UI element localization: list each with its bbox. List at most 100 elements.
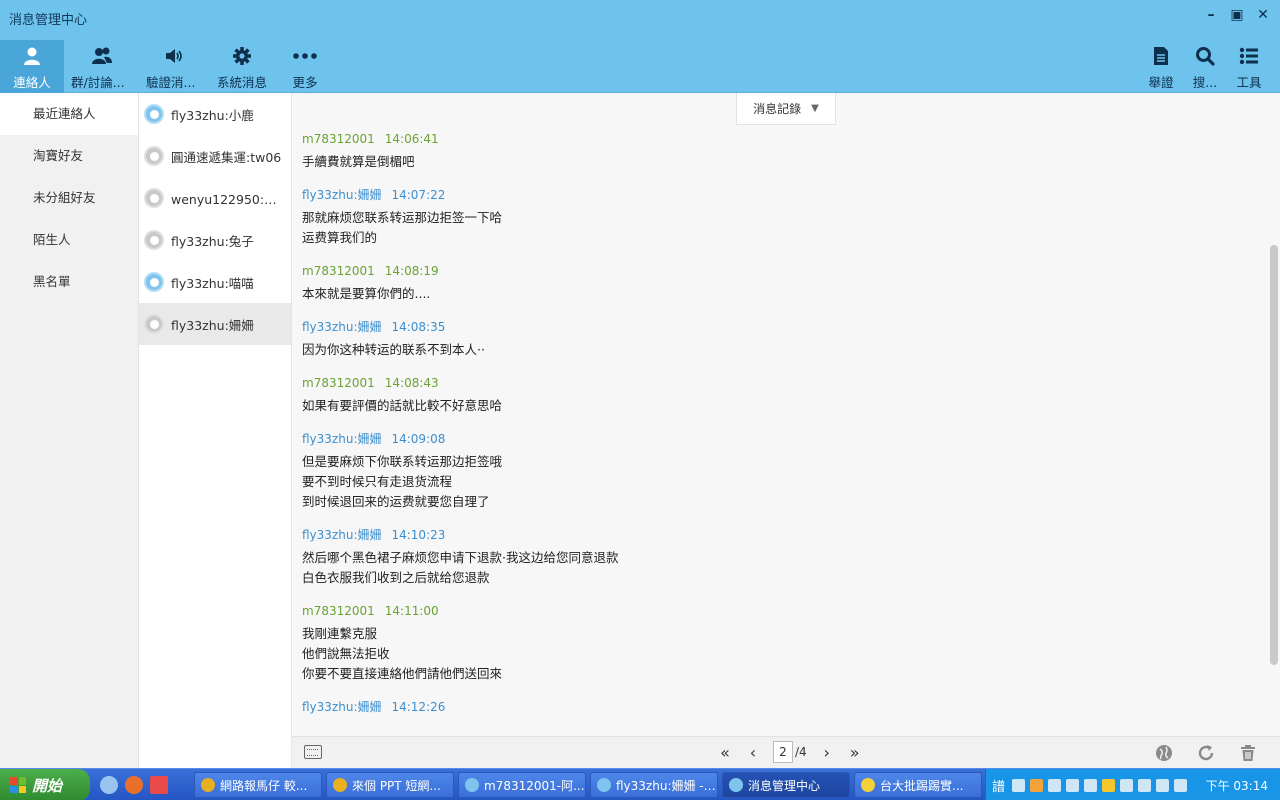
category-taobao-friends[interactable]: 淘寶好友 bbox=[0, 135, 138, 177]
ime-indicator[interactable]: 譜 bbox=[992, 776, 1005, 795]
taskbar-task[interactable]: m78312001-阿... bbox=[458, 772, 586, 798]
close-button[interactable]: ✕ bbox=[1256, 6, 1270, 24]
taskbar-task[interactable]: 來個 PPT 短網... bbox=[326, 772, 454, 798]
toolbar-right: 舉證 搜... 工具 bbox=[1144, 40, 1266, 93]
taskbar-task[interactable]: fly33zhu:姍姍 - ... bbox=[590, 772, 718, 798]
task-label: 台大批踢踢實... bbox=[880, 778, 964, 793]
contact-item[interactable]: wenyu122950:乖... bbox=[139, 177, 291, 219]
message-list: m78312001 14:06:41 手續費就算是倒楣吧 fly33zhu:姍姍 14:… bbox=[302, 131, 1262, 730]
tab-label: 更多 bbox=[292, 75, 318, 90]
tab-verification[interactable]: 驗證消... bbox=[140, 40, 208, 93]
tray-icon[interactable] bbox=[1066, 778, 1080, 792]
globe-icon[interactable] bbox=[1154, 743, 1174, 763]
message-item: m78312001 14:08:43 如果有要評價的話就比較不好意思哈 bbox=[302, 375, 1262, 416]
last-page-button[interactable]: » bbox=[847, 743, 863, 762]
avatar-icon bbox=[144, 314, 164, 334]
taskbar-task[interactable]: 網路報馬仔 較... bbox=[194, 772, 322, 798]
task-label: fly33zhu:姍姍 - ... bbox=[616, 778, 717, 793]
category-blacklist[interactable]: 黑名單 bbox=[0, 261, 138, 303]
app-icon bbox=[201, 778, 215, 792]
contact-item-selected[interactable]: fly33zhu:姍姍 bbox=[139, 303, 291, 345]
tab-label: 系統消息 bbox=[216, 75, 267, 90]
scrollbar-thumb[interactable] bbox=[1270, 245, 1278, 665]
message-sender[interactable]: m78312001 bbox=[302, 604, 375, 618]
message-meta: fly33zhu:姍姍 14:08:35 bbox=[302, 319, 1262, 335]
message-sender[interactable]: fly33zhu:姍姍 bbox=[302, 432, 381, 446]
message-line: 我剛連繫克服 bbox=[302, 626, 378, 641]
message-time: 14:07:22 bbox=[391, 188, 446, 202]
message-item: fly33zhu:姍姍 14:07:22 那就麻烦您联系转运那边拒签一下哈 运费算我们… bbox=[302, 187, 1262, 248]
category-ungrouped-friends[interactable]: 未分組好友 bbox=[0, 177, 138, 219]
task-label: m78312001-阿... bbox=[484, 778, 585, 793]
search-label: 搜... bbox=[1192, 75, 1218, 90]
category-strangers[interactable]: 陌生人 bbox=[0, 219, 138, 261]
message-time: 14:09:08 bbox=[391, 432, 446, 446]
keyboard-icon[interactable] bbox=[304, 745, 322, 759]
refresh-icon[interactable] bbox=[1196, 743, 1216, 763]
document-icon bbox=[1152, 44, 1170, 68]
paint-icon[interactable] bbox=[150, 776, 168, 794]
message-meta: m78312001 14:08:19 bbox=[302, 263, 1262, 279]
tray-icon[interactable] bbox=[1138, 778, 1152, 792]
tray-icon[interactable] bbox=[1120, 778, 1134, 792]
message-sender[interactable]: fly33zhu:姍姍 bbox=[302, 528, 381, 542]
message-time: 14:10:23 bbox=[391, 528, 446, 542]
tray-icon[interactable] bbox=[1102, 778, 1116, 792]
tray-icon[interactable] bbox=[1012, 778, 1026, 792]
clock: 下午 03:14 bbox=[1205, 778, 1268, 793]
ie-icon[interactable] bbox=[100, 776, 118, 794]
taskbar-task[interactable]: 消息管理中心 bbox=[722, 772, 850, 798]
start-button[interactable]: 開始 bbox=[0, 769, 90, 800]
page-number-input[interactable]: 2 bbox=[773, 741, 793, 763]
message-sender[interactable]: m78312001 bbox=[302, 264, 375, 278]
search-icon bbox=[1195, 44, 1215, 68]
next-page-button[interactable]: › bbox=[819, 743, 835, 762]
message-sender[interactable]: m78312001 bbox=[302, 132, 375, 146]
tab-contacts[interactable]: 連絡人 bbox=[0, 40, 64, 93]
tray-icon[interactable] bbox=[1174, 778, 1188, 792]
tray-icon[interactable] bbox=[1030, 778, 1044, 792]
message-sender[interactable]: fly33zhu:姍姍 bbox=[302, 320, 381, 334]
caret-down-icon: ▼ bbox=[811, 103, 819, 114]
contact-name: fly33zhu:兔子 bbox=[171, 233, 254, 249]
firefox-icon[interactable] bbox=[125, 776, 143, 794]
message-history-panel: 消息記錄 ▼ m78312001 14:06:41 手續費就算是倒楣吧 fly33zh… bbox=[292, 93, 1280, 736]
tab-groups[interactable]: 群/討論... bbox=[64, 40, 140, 93]
contact-item[interactable]: fly33zhu:兔子 bbox=[139, 219, 291, 261]
tools-button[interactable]: 工具 bbox=[1232, 40, 1266, 93]
contact-item[interactable]: 圓通速遞集運:tw06 bbox=[139, 135, 291, 177]
message-sender[interactable]: fly33zhu:姍姍 bbox=[302, 188, 381, 202]
message-body: 因为你这种转运的联系不到本人·· bbox=[302, 340, 1262, 360]
history-dropdown[interactable]: 消息記錄 ▼ bbox=[736, 93, 836, 125]
message-sender[interactable]: fly33zhu:姍姍 bbox=[302, 700, 381, 714]
minimize-button[interactable]: – bbox=[1204, 6, 1218, 24]
message-line: 如果有要評價的話就比較不好意思哈 bbox=[302, 398, 503, 413]
prev-page-button[interactable]: ‹ bbox=[745, 743, 761, 762]
contact-name: fly33zhu:喵喵 bbox=[171, 275, 254, 291]
evidence-button[interactable]: 舉證 bbox=[1144, 40, 1178, 93]
category-recent-contacts[interactable]: 最近連絡人 bbox=[0, 93, 138, 135]
tab-more[interactable]: 更多 bbox=[276, 40, 334, 93]
taskbar-task[interactable]: 台大批踢踢實... bbox=[854, 772, 982, 798]
avatar-icon bbox=[144, 230, 164, 250]
first-page-button[interactable]: « bbox=[717, 743, 733, 762]
contact-name: fly33zhu:姍姍 bbox=[171, 317, 254, 333]
message-body: 手續費就算是倒楣吧 bbox=[302, 152, 1262, 172]
tray-icon[interactable] bbox=[1156, 778, 1170, 792]
message-meta: fly33zhu:姍姍 14:07:22 bbox=[302, 187, 1262, 203]
contact-item[interactable]: fly33zhu:喵喵 bbox=[139, 261, 291, 303]
message-sender[interactable]: m78312001 bbox=[302, 376, 375, 390]
avatar-icon bbox=[144, 272, 164, 292]
tray-icon[interactable] bbox=[1084, 778, 1098, 792]
trash-icon[interactable] bbox=[1238, 743, 1258, 763]
os-taskbar: 開始 網路報馬仔 較... 來個 PPT 短網... m78312001-阿... f… bbox=[0, 768, 1280, 800]
window-controls: – ▣ ✕ bbox=[1204, 6, 1270, 24]
tab-system-messages[interactable]: 系統消息 bbox=[208, 40, 276, 93]
category-nav: 最近連絡人 淘寶好友 未分組好友 陌生人 黑名單 bbox=[0, 93, 139, 768]
tray-icon[interactable] bbox=[1048, 778, 1062, 792]
contact-item[interactable]: fly33zhu:小鹿 bbox=[139, 93, 291, 135]
search-button[interactable]: 搜... bbox=[1188, 40, 1222, 93]
maximize-button[interactable]: ▣ bbox=[1230, 6, 1244, 24]
pager: « ‹ 2 /4 › » bbox=[717, 741, 863, 763]
message-line: 白色衣服我们收到之后就给您退款 bbox=[302, 570, 490, 585]
